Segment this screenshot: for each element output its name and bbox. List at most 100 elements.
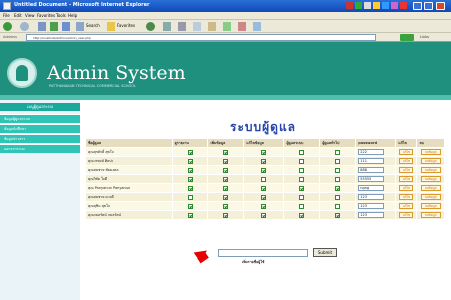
delete-button[interactable]: ลบข้อมูล xyxy=(420,176,441,182)
permission-checkbox[interactable] xyxy=(223,176,229,182)
permission-checkbox[interactable] xyxy=(335,176,341,182)
delete-button[interactable]: ลบข้อมูล xyxy=(420,167,441,173)
mail-icon[interactable] xyxy=(163,22,171,31)
edit-button[interactable]: แก้ไข xyxy=(399,203,414,209)
menu-view[interactable]: View xyxy=(25,13,35,18)
permission-checkbox[interactable] xyxy=(299,158,305,164)
permission-checkbox[interactable] xyxy=(261,167,267,173)
permission-checkbox[interactable] xyxy=(187,194,193,200)
permission-checkbox[interactable] xyxy=(223,194,229,200)
favorites-icon[interactable] xyxy=(107,22,115,31)
delete-button[interactable]: ลบข้อมูล xyxy=(420,203,441,209)
permission-checkbox[interactable] xyxy=(187,176,193,182)
permission-checkbox[interactable] xyxy=(299,149,305,155)
sidebar-item-logout[interactable]: ออกจากระบบ xyxy=(0,144,80,153)
password-input[interactable]: 55555 xyxy=(358,176,385,182)
forward-icon[interactable] xyxy=(20,22,29,31)
go-button[interactable] xyxy=(400,34,414,41)
edit-button[interactable]: แก้ไข xyxy=(399,194,414,200)
edit-button[interactable]: แก้ไข xyxy=(399,167,414,173)
password-input[interactable]: 123 xyxy=(358,203,385,209)
permission-checkbox[interactable] xyxy=(261,176,267,182)
permission-checkbox[interactable] xyxy=(335,194,341,200)
permission-checkbox[interactable] xyxy=(299,167,305,173)
sidebar-item-news[interactable]: ข้อมูลข่าวสาร xyxy=(0,134,80,143)
password-input[interactable]: ngng xyxy=(358,185,385,191)
delete-button[interactable]: ลบข้อมูล xyxy=(420,185,441,191)
menu-tools[interactable]: Tools xyxy=(56,13,66,18)
back-icon[interactable] xyxy=(3,22,12,31)
delete-button[interactable]: ลบข้อมูล xyxy=(420,194,441,200)
password-input[interactable]: 222 xyxy=(358,149,385,155)
permission-checkbox[interactable] xyxy=(299,194,305,200)
delete-button[interactable]: ลบข้อมูล xyxy=(420,212,441,218)
permission-checkbox[interactable] xyxy=(261,203,267,209)
permission-checkbox[interactable] xyxy=(261,212,267,218)
edit-button[interactable]: แก้ไข xyxy=(399,176,414,182)
media-icon[interactable] xyxy=(253,22,261,31)
add-user-input[interactable] xyxy=(218,249,308,257)
sidebar-item-admins[interactable]: ข้อมูลผู้ดูแลระบบ xyxy=(0,114,80,123)
research-icon[interactable] xyxy=(238,22,246,31)
permission-checkbox[interactable] xyxy=(223,149,229,155)
delete-button[interactable]: ลบข้อมูล xyxy=(420,158,441,164)
permission-checkbox[interactable] xyxy=(223,158,229,164)
tray-icon-3[interactable] xyxy=(364,2,371,9)
permission-checkbox[interactable] xyxy=(335,149,341,155)
permission-checkbox[interactable] xyxy=(335,212,341,218)
edit-icon[interactable] xyxy=(193,22,201,31)
permission-checkbox[interactable] xyxy=(261,158,267,164)
password-input[interactable]: 111 xyxy=(358,158,385,164)
favorites-button[interactable]: Favorites xyxy=(117,23,135,32)
menu-help[interactable]: Help xyxy=(68,13,77,18)
history-icon[interactable] xyxy=(146,22,155,31)
permission-checkbox[interactable] xyxy=(299,203,305,209)
password-input[interactable]: 888 xyxy=(358,167,385,173)
permission-checkbox[interactable] xyxy=(223,203,229,209)
password-input[interactable]: 123 xyxy=(358,212,385,218)
tray-icon-4[interactable] xyxy=(373,2,380,9)
permission-checkbox[interactable] xyxy=(261,194,267,200)
permission-checkbox[interactable] xyxy=(187,203,193,209)
print-icon[interactable] xyxy=(178,22,186,31)
sidebar-item-students[interactable]: ข้อมูลนักศึกษา xyxy=(0,124,80,133)
permission-checkbox[interactable] xyxy=(223,167,229,173)
permission-checkbox[interactable] xyxy=(187,158,193,164)
permission-checkbox[interactable] xyxy=(187,149,193,155)
permission-checkbox[interactable] xyxy=(223,212,229,218)
close-button[interactable] xyxy=(436,2,445,10)
discuss-icon[interactable] xyxy=(208,22,216,31)
permission-checkbox[interactable] xyxy=(261,149,267,155)
messenger-icon[interactable] xyxy=(223,22,231,31)
permission-checkbox[interactable] xyxy=(187,212,193,218)
tray-icon-1[interactable] xyxy=(346,2,353,9)
permission-checkbox[interactable] xyxy=(187,185,193,191)
home-icon[interactable] xyxy=(62,22,70,31)
edit-button[interactable]: แก้ไข xyxy=(399,149,414,155)
tray-icon-7[interactable] xyxy=(400,2,407,9)
permission-checkbox[interactable] xyxy=(187,167,193,173)
maximize-button[interactable] xyxy=(424,2,433,10)
permission-checkbox[interactable] xyxy=(335,185,341,191)
search-icon[interactable] xyxy=(76,22,84,31)
stop-icon[interactable] xyxy=(38,22,46,31)
links-button[interactable]: Links xyxy=(420,35,429,39)
permission-checkbox[interactable] xyxy=(299,185,305,191)
address-input[interactable]: http://localhost/admin/admin_user.php xyxy=(26,34,376,41)
menu-favorites[interactable]: Favorites xyxy=(37,13,55,18)
permission-checkbox[interactable] xyxy=(335,203,341,209)
minimize-button[interactable] xyxy=(413,2,422,10)
menu-edit[interactable]: Edit xyxy=(14,13,22,18)
refresh-icon[interactable] xyxy=(50,22,58,31)
edit-button[interactable]: แก้ไข xyxy=(399,185,414,191)
search-button[interactable]: Search xyxy=(86,23,100,32)
edit-button[interactable]: แก้ไข xyxy=(399,212,414,218)
permission-checkbox[interactable] xyxy=(261,185,267,191)
permission-checkbox[interactable] xyxy=(223,185,229,191)
tray-icon-6[interactable] xyxy=(391,2,398,9)
tray-icon-2[interactable] xyxy=(355,2,362,9)
submit-button[interactable]: Submit xyxy=(313,248,337,257)
password-input[interactable]: 123 xyxy=(358,194,385,200)
tray-icon-5[interactable] xyxy=(382,2,389,9)
menu-file[interactable]: File xyxy=(3,13,10,18)
